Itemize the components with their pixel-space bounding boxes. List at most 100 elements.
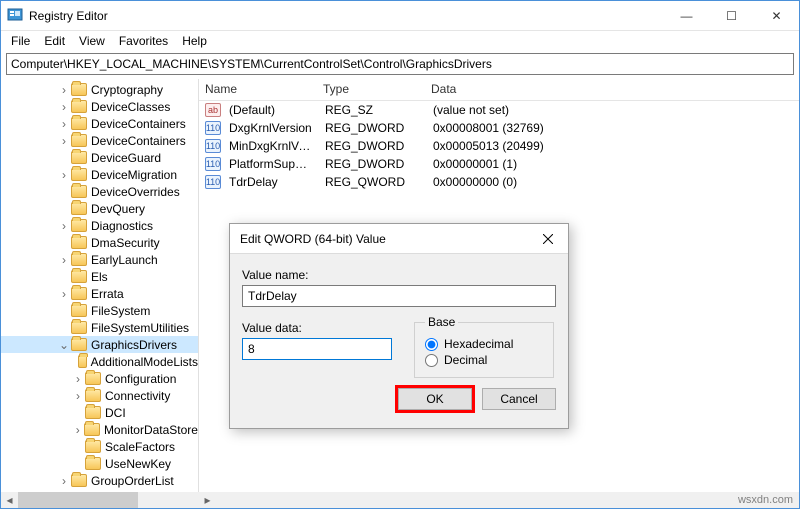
tree-item[interactable]: AdditionalModeLists bbox=[1, 353, 198, 370]
value-row[interactable]: ab(Default)REG_SZ(value not set) bbox=[199, 101, 799, 119]
tree-item-label: Configuration bbox=[105, 372, 176, 386]
ok-button[interactable]: OK bbox=[398, 388, 472, 410]
tree-item[interactable]: Els bbox=[1, 268, 198, 285]
tree-item[interactable]: ›DeviceContainers bbox=[1, 132, 198, 149]
tree-item-label: DmaSecurity bbox=[91, 236, 160, 250]
folder-icon bbox=[85, 372, 101, 385]
tree-item[interactable]: › Diagnostics bbox=[1, 217, 198, 234]
tree-item[interactable]: DeviceOverrides bbox=[1, 183, 198, 200]
menu-edit[interactable]: Edit bbox=[38, 32, 71, 50]
tree-item[interactable]: DCI bbox=[1, 404, 198, 421]
tree-item-label: UseNewKey bbox=[105, 457, 171, 471]
address-bar[interactable]: Computer\HKEY_LOCAL_MACHINE\SYSTEM\Curre… bbox=[6, 53, 794, 75]
base-legend: Base bbox=[425, 315, 458, 329]
tree-item[interactable]: FileSystemUtilities bbox=[1, 319, 198, 336]
value-row[interactable]: 110MinDxgKrnlVersi...REG_DWORD0x00005013… bbox=[199, 137, 799, 155]
list-header[interactable]: Name Type Data bbox=[199, 79, 799, 101]
tree-item[interactable]: ›Errata bbox=[1, 285, 198, 302]
tree-item[interactable]: › Configuration bbox=[1, 370, 198, 387]
scroll-thumb[interactable] bbox=[18, 492, 138, 508]
chevron-right-icon[interactable]: › bbox=[57, 475, 71, 487]
tree-item-label: DeviceMigration bbox=[91, 168, 177, 182]
tree-item-label: Cryptography bbox=[91, 83, 163, 97]
value-name: TdrDelay bbox=[223, 175, 319, 189]
tree-item-label: GraphicsDrivers bbox=[91, 338, 177, 352]
folder-icon bbox=[71, 236, 87, 249]
menu-help[interactable]: Help bbox=[176, 32, 213, 50]
tree-item[interactable]: UseNewKey bbox=[1, 455, 198, 472]
chevron-down-icon[interactable]: ⌄ bbox=[57, 339, 71, 351]
folder-icon bbox=[71, 338, 87, 351]
folder-icon bbox=[71, 168, 87, 181]
horizontal-scrollbar[interactable]: ◂ ▸ bbox=[1, 492, 799, 508]
tree-item-label: DeviceOverrides bbox=[91, 185, 180, 199]
chevron-right-icon[interactable]: › bbox=[57, 135, 71, 147]
binary-value-icon: 110 bbox=[205, 121, 221, 135]
value-row[interactable]: 110DxgKrnlVersionREG_DWORD0x00008001 (32… bbox=[199, 119, 799, 137]
tree-item-label: DeviceContainers bbox=[91, 117, 186, 131]
col-name[interactable]: Name bbox=[199, 79, 317, 100]
tree-item[interactable]: ⌄ GraphicsDrivers bbox=[1, 336, 198, 353]
chevron-right-icon[interactable]: › bbox=[57, 118, 71, 130]
window-title: Registry Editor bbox=[29, 9, 108, 23]
menu-favorites[interactable]: Favorites bbox=[113, 32, 174, 50]
value-name: (Default) bbox=[223, 103, 319, 117]
chevron-right-icon[interactable]: › bbox=[57, 84, 71, 96]
value-name: MinDxgKrnlVersi... bbox=[223, 139, 319, 153]
menubar: File Edit View Favorites Help bbox=[1, 31, 799, 51]
chevron-right-icon[interactable]: › bbox=[57, 220, 71, 232]
tree-item[interactable]: DeviceGuard bbox=[1, 149, 198, 166]
value-data-input[interactable] bbox=[242, 338, 392, 360]
value-row[interactable]: 110TdrDelayREG_QWORD0x00000000 (0) bbox=[199, 173, 799, 191]
tree-item-label: ScaleFactors bbox=[105, 440, 175, 454]
folder-icon bbox=[71, 321, 87, 334]
dialog-close-button[interactable] bbox=[528, 224, 568, 254]
tree-item[interactable]: › DeviceClasses bbox=[1, 98, 198, 115]
tree-item-label: FileSystem bbox=[91, 304, 150, 318]
col-type[interactable]: Type bbox=[317, 79, 425, 100]
tree-item[interactable]: ›MonitorDataStore bbox=[1, 421, 198, 438]
radio-dec[interactable]: Decimal bbox=[425, 353, 543, 367]
tree-item-label: Diagnostics bbox=[91, 219, 153, 233]
chevron-right-icon[interactable]: › bbox=[57, 288, 71, 300]
edit-qword-dialog: Edit QWORD (64-bit) Value Value name: Va… bbox=[229, 223, 569, 429]
tree-item[interactable]: FileSystem bbox=[1, 302, 198, 319]
chevron-right-icon[interactable]: › bbox=[71, 373, 85, 385]
folder-icon bbox=[71, 474, 87, 487]
tree-item[interactable]: ›Connectivity bbox=[1, 387, 198, 404]
tree-item-label: DCI bbox=[105, 406, 126, 420]
chevron-right-icon[interactable]: › bbox=[57, 254, 71, 266]
radio-hex[interactable]: Hexadecimal bbox=[425, 337, 543, 351]
value-name-input[interactable] bbox=[242, 285, 556, 307]
folder-icon bbox=[78, 355, 87, 368]
tree-item[interactable]: ›EarlyLaunch bbox=[1, 251, 198, 268]
chevron-right-icon[interactable]: › bbox=[71, 390, 85, 402]
chevron-right-icon[interactable]: › bbox=[57, 101, 71, 113]
tree-pane[interactable]: ›Cryptography›DeviceClasses›DeviceContai… bbox=[1, 79, 199, 492]
tree-item[interactable]: › DeviceContainers bbox=[1, 115, 198, 132]
folder-icon bbox=[71, 202, 87, 215]
tree-item[interactable]: DmaSecurity bbox=[1, 234, 198, 251]
tree-item[interactable]: ScaleFactors bbox=[1, 438, 198, 455]
menu-file[interactable]: File bbox=[5, 32, 36, 50]
tree-item[interactable]: DevQuery bbox=[1, 200, 198, 217]
close-button[interactable]: ✕ bbox=[754, 1, 799, 30]
menu-view[interactable]: View bbox=[73, 32, 111, 50]
value-data: 0x00008001 (32769) bbox=[427, 121, 799, 135]
chevron-right-icon[interactable]: › bbox=[71, 424, 84, 436]
tree-item[interactable]: › Cryptography bbox=[1, 81, 198, 98]
cancel-button[interactable]: Cancel bbox=[482, 388, 556, 410]
tree-item-label: DeviceClasses bbox=[91, 100, 170, 114]
chevron-right-icon[interactable]: › bbox=[57, 169, 71, 181]
dialog-title: Edit QWORD (64-bit) Value bbox=[240, 232, 386, 246]
col-data[interactable]: Data bbox=[425, 79, 799, 100]
watermark: wsxdn.com bbox=[738, 494, 793, 506]
maximize-button[interactable]: ☐ bbox=[709, 1, 754, 30]
tree-item[interactable]: ›GroupOrderList bbox=[1, 472, 198, 489]
scroll-right-button[interactable]: ▸ bbox=[199, 492, 216, 508]
value-row[interactable]: 110PlatformSuppor...REG_DWORD0x00000001 … bbox=[199, 155, 799, 173]
tree-item[interactable]: › DeviceMigration bbox=[1, 166, 198, 183]
string-value-icon: ab bbox=[205, 103, 221, 117]
scroll-left-button[interactable]: ◂ bbox=[1, 492, 18, 508]
minimize-button[interactable]: — bbox=[664, 1, 709, 30]
